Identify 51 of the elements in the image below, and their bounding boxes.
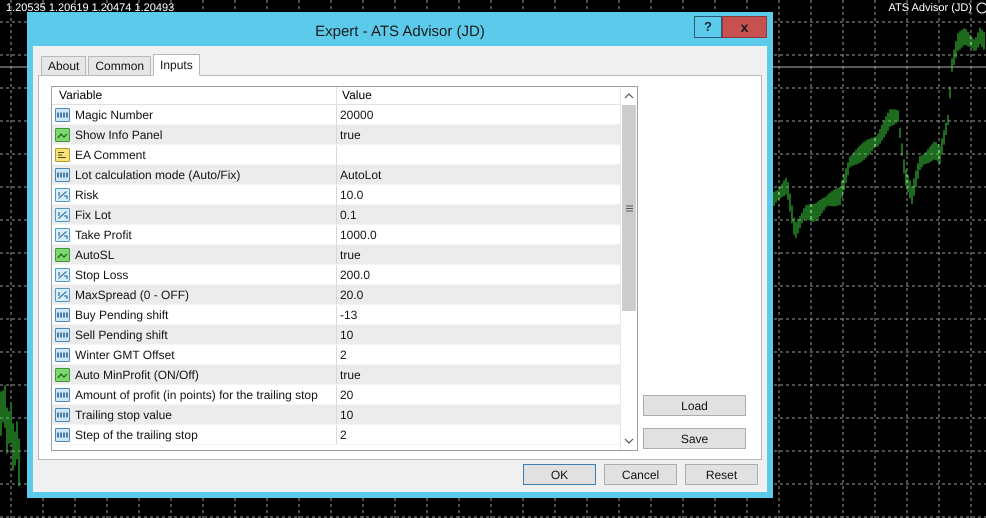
variable-name: Show Info Panel (75, 126, 162, 144)
variable-value[interactable]: 10.0 (340, 186, 364, 204)
tab[interactable]: Inputs (153, 54, 200, 76)
variable-value[interactable]: 2 (340, 346, 347, 364)
variable-name: Buy Pending shift (75, 306, 168, 324)
column-header[interactable]: Variable (52, 87, 337, 104)
price-quote: 1.20535 1.20619 1.20474 1.20493 (6, 1, 174, 15)
variable-name: Step of the trailing stop (75, 426, 198, 444)
variable-value[interactable]: 1000.0 (340, 226, 377, 244)
variable-name: Magic Number (75, 106, 154, 124)
tab[interactable]: Common (88, 56, 152, 75)
variable-value[interactable]: AutoLot (340, 166, 382, 184)
close-button[interactable]: x (722, 16, 767, 38)
scroll-thumb[interactable] (622, 105, 636, 311)
variable-name: Stop Loss (75, 266, 128, 284)
variable-value[interactable]: 10 (340, 406, 354, 424)
file-button[interactable]: Save (643, 428, 746, 449)
variable-name: Risk (75, 186, 98, 204)
variable-name: Take Profit (75, 226, 132, 244)
dialog-button[interactable]: Cancel (604, 464, 677, 485)
window-title: Expert - ATS Advisor (JD) (315, 22, 485, 42)
variable-name: Sell Pending shift (75, 326, 168, 344)
variable-name: AutoSL (75, 246, 114, 264)
variable-value[interactable]: 20000 (340, 106, 374, 124)
dialog-button[interactable]: Reset (685, 464, 758, 485)
variable-name: EA Comment (75, 146, 146, 164)
variable-value[interactable]: 0.1 (340, 206, 357, 224)
column-header[interactable]: Value (337, 87, 620, 104)
variable-name: Lot calculation mode (Auto/Fix) (75, 166, 240, 184)
tab[interactable]: About (41, 56, 86, 75)
variable-name: Winter GMT Offset (75, 346, 175, 364)
variable-value[interactable]: 200.0 (340, 266, 370, 284)
variable-name: Amount of profit (in points) for the trailing stop (75, 386, 318, 404)
file-button[interactable]: Load (643, 395, 746, 416)
help-button[interactable]: ? (694, 16, 722, 38)
variable-value[interactable]: 2 (340, 426, 347, 444)
variable-name: Fix Lot (75, 206, 112, 224)
variable-name: Auto MinProfit (ON/Off) (75, 366, 199, 384)
variable-value[interactable]: 10 (340, 326, 354, 344)
variable-name: Trailing stop value (75, 406, 172, 424)
variable-value[interactable]: 20.0 (340, 286, 364, 304)
dialog-button[interactable]: OK (523, 464, 596, 485)
grip-icon (626, 204, 632, 212)
variable-value[interactable]: 20 (340, 386, 354, 404)
variable-name: MaxSpread (0 - OFF) (75, 286, 190, 304)
variable-value[interactable]: true (340, 246, 361, 264)
variable-value[interactable]: true (340, 366, 361, 384)
chart-label: ATS Advisor (JD) (888, 1, 972, 15)
variable-value[interactable]: -13 (340, 306, 358, 324)
variable-value[interactable]: true (340, 126, 361, 144)
scrollbar[interactable] (620, 87, 637, 450)
